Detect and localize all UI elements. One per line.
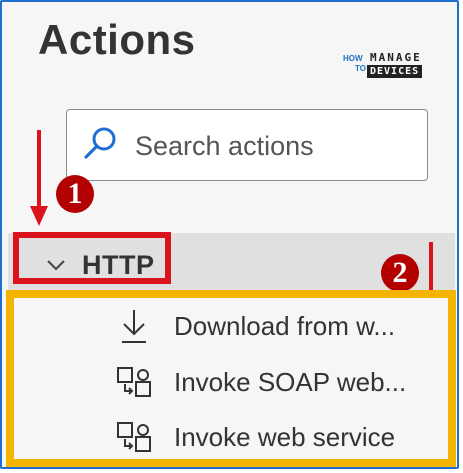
action-invoke-web-service[interactable]: Invoke web service (112, 415, 395, 459)
action-invoke-soap-web-service[interactable]: Invoke SOAP web... (112, 360, 406, 404)
annotation-badge-1: 1 (56, 175, 94, 213)
logo-devices: DEVICES (367, 65, 423, 78)
logo-to: TO (355, 64, 366, 73)
action-label: Invoke SOAP web... (174, 366, 407, 397)
download-icon (112, 304, 156, 348)
http-group-label[interactable]: HTTP (82, 250, 155, 281)
web-service-icon (112, 360, 156, 404)
web-service-icon (112, 415, 156, 459)
search-placeholder: Search actions (135, 131, 314, 161)
chevron-down-icon[interactable] (46, 258, 66, 277)
action-label: Download from w... (174, 310, 396, 341)
logo-manage: MANAGE (370, 51, 422, 64)
action-label: Invoke web service (174, 421, 396, 452)
panel-title: Actions (38, 16, 196, 63)
annotation-arrow-down-icon (28, 128, 50, 233)
annotation-badge-2: 2 (381, 254, 419, 292)
logo-how: HOW (343, 54, 363, 63)
search-icon (80, 124, 120, 169)
action-download-from-web[interactable]: Download from w... (112, 304, 395, 348)
search-input[interactable]: Search actions (66, 109, 428, 181)
